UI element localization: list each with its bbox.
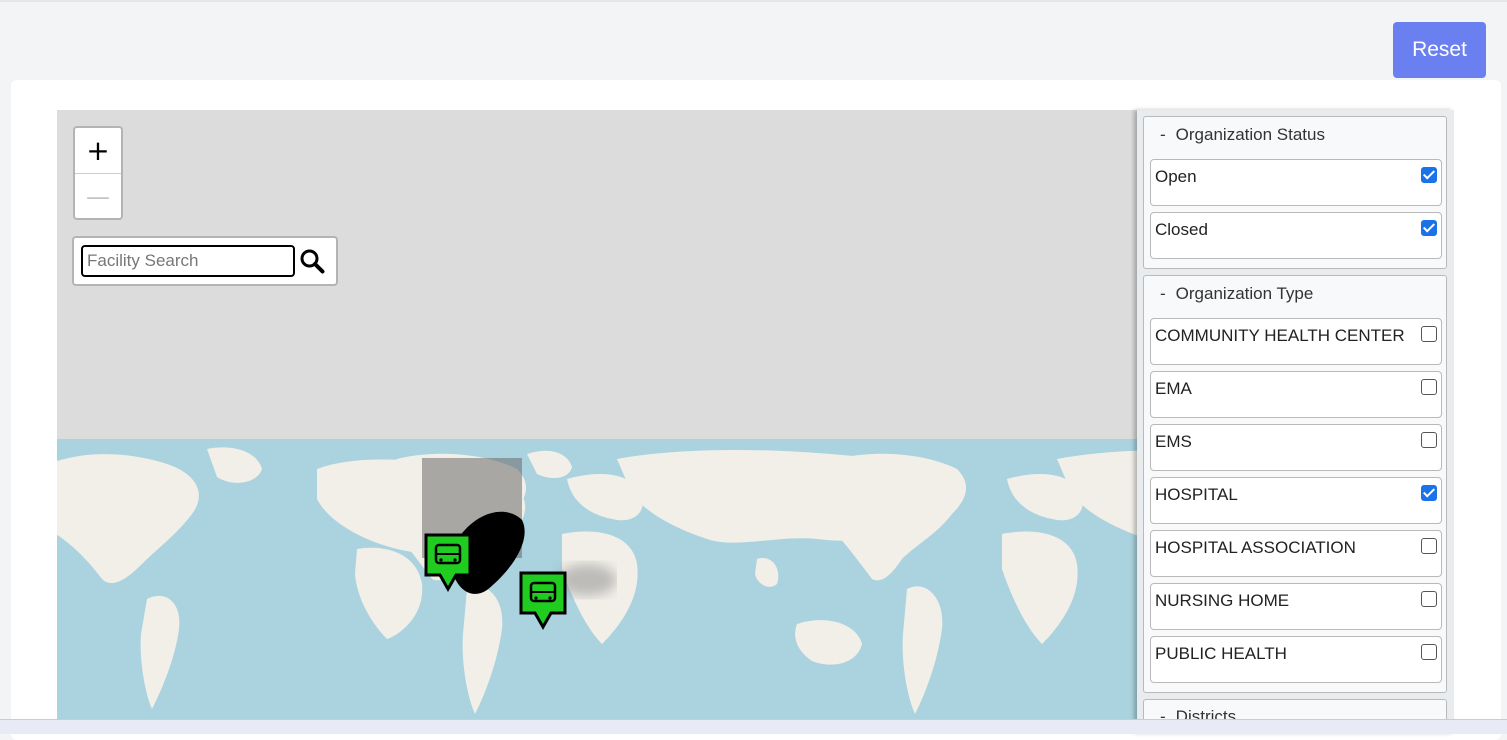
hospital-association-checkbox[interactable] bbox=[1421, 538, 1437, 554]
option-label: EMS bbox=[1155, 432, 1192, 451]
facility-search-box bbox=[72, 236, 338, 286]
type-option-hospital[interactable]: HOSPITAL bbox=[1150, 477, 1442, 524]
facility-search-input[interactable] bbox=[81, 245, 295, 277]
option-label: HOSPITAL bbox=[1155, 485, 1238, 504]
hospital-marker-icon[interactable] bbox=[519, 571, 567, 631]
open-checkbox[interactable] bbox=[1421, 167, 1437, 183]
public-health-checkbox[interactable] bbox=[1421, 644, 1437, 660]
closed-checkbox[interactable] bbox=[1421, 220, 1437, 236]
ems-checkbox[interactable] bbox=[1421, 432, 1437, 448]
option-label: NURSING HOME bbox=[1155, 591, 1290, 610]
hospital-marker-icon[interactable] bbox=[424, 533, 472, 593]
option-label: EMA bbox=[1155, 379, 1192, 398]
status-option-closed[interactable]: Closed bbox=[1150, 212, 1442, 259]
search-icon[interactable] bbox=[299, 248, 325, 274]
group-title: Organization Status bbox=[1175, 125, 1325, 144]
collapse-toggle[interactable]: - bbox=[1160, 284, 1166, 304]
type-option-community-health-center[interactable]: COMMUNITY HEALTH CENTER bbox=[1150, 318, 1442, 365]
organization-status-header[interactable]: - Organization Status bbox=[1144, 117, 1446, 153]
zoom-control: + — bbox=[73, 126, 123, 220]
top-border bbox=[0, 0, 1507, 2]
organization-status-group: - Organization Status Open Closed bbox=[1143, 116, 1447, 269]
ema-checkbox[interactable] bbox=[1421, 379, 1437, 395]
option-label: HOSPITAL ASSOCIATION bbox=[1155, 538, 1356, 557]
zoom-out-button[interactable]: — bbox=[75, 174, 121, 219]
zoom-in-button[interactable]: + bbox=[75, 128, 121, 174]
bottom-scroll-strip bbox=[0, 719, 1507, 734]
option-label: COMMUNITY HEALTH CENTER bbox=[1155, 326, 1405, 345]
status-option-open[interactable]: Open bbox=[1150, 159, 1442, 206]
nursing-home-checkbox[interactable] bbox=[1421, 591, 1437, 607]
filter-panel: - Organization Status Open Closed - Orga… bbox=[1137, 110, 1454, 733]
type-option-ems[interactable]: EMS bbox=[1150, 424, 1442, 471]
type-option-ema[interactable]: EMA bbox=[1150, 371, 1442, 418]
option-label: PUBLIC HEALTH bbox=[1155, 644, 1287, 663]
type-option-nursing-home[interactable]: NURSING HOME bbox=[1150, 583, 1442, 630]
type-option-public-health[interactable]: PUBLIC HEALTH bbox=[1150, 636, 1442, 683]
type-option-hospital-association[interactable]: HOSPITAL ASSOCIATION bbox=[1150, 530, 1442, 577]
option-label: Open bbox=[1155, 167, 1197, 186]
group-title: Organization Type bbox=[1175, 284, 1314, 303]
organization-type-header[interactable]: - Organization Type bbox=[1144, 276, 1446, 312]
reset-button[interactable]: Reset bbox=[1393, 22, 1486, 78]
hospital-checkbox[interactable] bbox=[1421, 485, 1437, 501]
organization-type-group: - Organization Type COMMUNITY HEALTH CEN… bbox=[1143, 275, 1447, 693]
option-label: Closed bbox=[1155, 220, 1208, 239]
collapse-toggle[interactable]: - bbox=[1160, 125, 1166, 145]
community-health-center-checkbox[interactable] bbox=[1421, 326, 1437, 342]
